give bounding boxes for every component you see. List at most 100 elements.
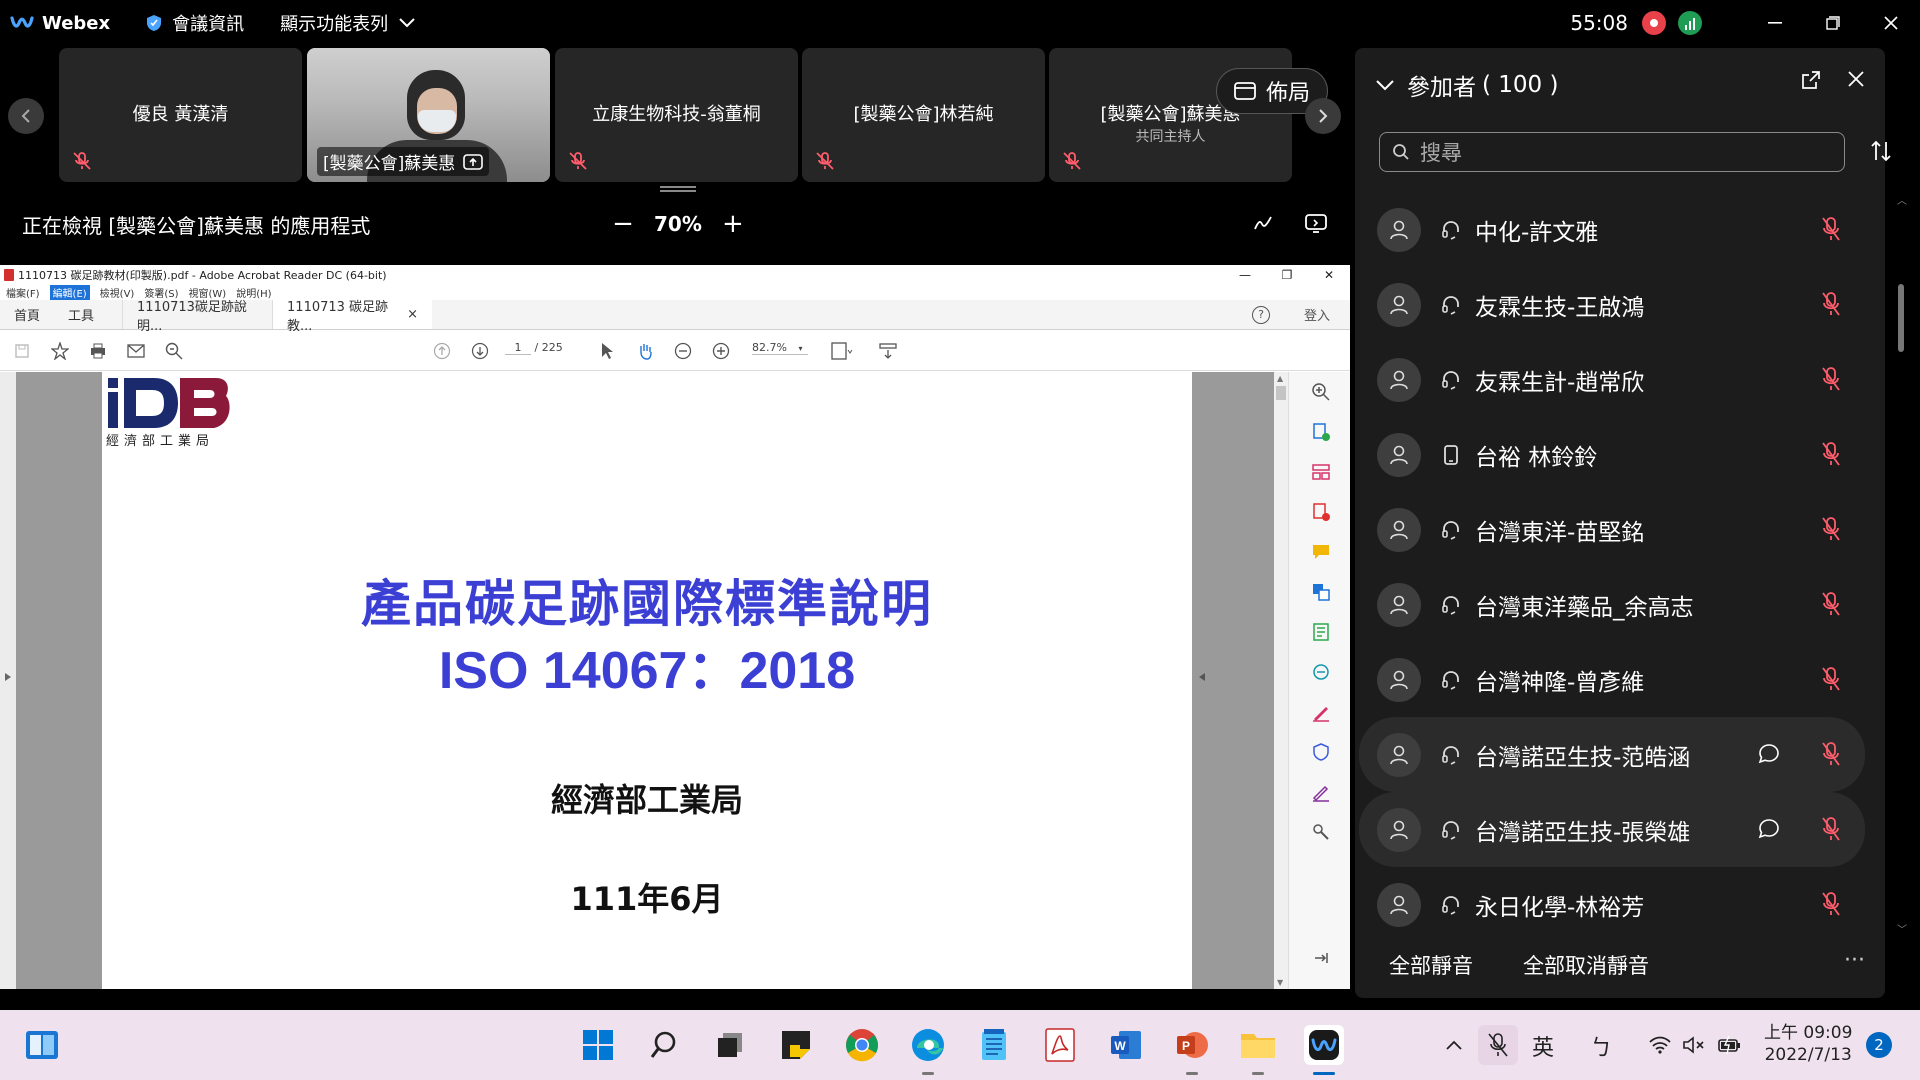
muted-mic-icon[interactable] [1819,440,1843,468]
export-pdf-icon[interactable] [1311,502,1331,522]
collapse-pane-icon[interactable] [1311,948,1331,968]
meeting-info-button[interactable]: 會議資訊 [146,10,244,36]
read-mode-icon[interactable] [876,339,900,363]
create-pdf-icon[interactable] [1311,422,1331,442]
strip-prev-button[interactable] [8,98,44,134]
participants-search-input[interactable]: 搜尋 [1379,132,1845,172]
left-pane-toggle[interactable] [0,372,16,989]
page-current[interactable]: 1 [505,341,531,355]
fill-sign-icon[interactable] [1311,702,1331,722]
scroll-down-icon[interactable]: ﹀ [1897,921,1907,936]
task-view-icon[interactable] [710,1025,750,1065]
muted-mic-icon[interactable] [1819,740,1843,768]
next-page-icon[interactable] [468,339,492,363]
print-icon[interactable] [86,339,110,363]
unmute-all-button[interactable]: 全部取消靜音 [1523,950,1649,980]
participants-header[interactable]: 參加者 ( 100 ) [1375,68,1558,102]
organize-pages-icon[interactable] [1311,462,1331,482]
participant-row[interactable]: 台裕 林鈴鈴 [1359,417,1865,492]
zoom-out-button[interactable]: − [608,209,638,239]
pop-out-icon[interactable] [1801,70,1821,90]
sort-icon[interactable] [1869,140,1893,162]
protect-icon[interactable] [1311,742,1331,762]
strip-resize-handle[interactable] [660,186,696,192]
save-icon[interactable] [10,339,34,363]
sign-in-button[interactable]: 登入 [1304,305,1330,324]
scan-ocr-icon[interactable] [1311,662,1331,682]
muted-mic-icon[interactable] [1819,665,1843,693]
word-icon[interactable]: W [1106,1025,1146,1065]
sticky-notes-icon[interactable] [776,1025,816,1065]
participant-row[interactable]: 中化-許文雅 [1359,192,1865,267]
participant-row[interactable]: 台灣諾亞生技-張榮雄 [1359,792,1865,867]
acrobat-restore-button[interactable]: ❐ [1266,265,1308,285]
scroll-up-icon[interactable]: ︿ [1897,192,1907,207]
ime-bopomofo-indicator[interactable]: ㄅ [1590,1030,1612,1062]
combine-files-icon[interactable] [1311,582,1331,602]
restore-button[interactable] [1804,0,1862,46]
battery-charging-icon[interactable] [1710,1025,1750,1065]
comment-icon[interactable] [1311,542,1331,562]
more-options-button[interactable]: ··· [1844,948,1865,973]
zoom-out-icon[interactable] [671,339,695,363]
acrobat-icon[interactable] [1040,1025,1080,1065]
recording-icon[interactable] [1642,11,1666,35]
participants-scrollbar[interactable]: ︿ ﹀ [1897,192,1907,936]
muted-mic-icon[interactable] [1819,365,1843,393]
muted-mic-icon[interactable] [1819,515,1843,543]
powerpoint-icon[interactable]: P [1172,1025,1212,1065]
tab-document[interactable]: 1110713碳足跡說明... [122,300,272,334]
edge-icon[interactable] [908,1025,948,1065]
participant-row[interactable]: 永日化學-林裕芳 [1359,867,1865,942]
hand-tool-icon[interactable] [633,339,657,363]
menu-edit[interactable]: 編輯(E) [49,285,90,300]
muted-mic-icon[interactable] [1819,815,1843,843]
speaker-muted-icon[interactable] [1674,1025,1714,1065]
bookmark-star-icon[interactable] [48,339,72,363]
chrome-icon[interactable] [842,1025,882,1065]
show-menu-bar-button[interactable]: 顯示功能表列 [280,10,416,36]
tab-document-active[interactable]: 1110713 碳足跡教... × [272,300,433,334]
more-tools-icon[interactable] [1311,822,1331,842]
acrobat-minimize-button[interactable]: — [1224,265,1266,285]
document-scrollbar[interactable]: ▲ ▼ [1274,372,1288,989]
participant-row[interactable]: 台灣諾亞生技-范皓涵 [1359,717,1865,792]
search-icon[interactable] [644,1025,684,1065]
acrobat-close-button[interactable]: ✕ [1308,265,1350,285]
chat-icon[interactable] [1757,817,1781,841]
muted-mic-icon[interactable] [1819,590,1843,618]
zoom-in-button[interactable]: + [718,209,748,239]
menu-file[interactable]: 檔案(F) [6,285,40,300]
muted-mic-icon[interactable] [1819,290,1843,318]
tab-home[interactable]: 首頁 [0,300,54,329]
zoom-in-icon[interactable] [709,339,733,363]
fit-page-icon[interactable] [830,339,854,363]
notepad-icon[interactable] [974,1025,1014,1065]
mute-all-button[interactable]: 全部靜音 [1389,950,1473,980]
muted-mic-icon[interactable] [1819,215,1843,243]
page-number-field[interactable]: 1 / 225 [505,341,563,355]
find-zoom-icon[interactable] [162,339,186,363]
collapse-right-icon[interactable] [1198,672,1206,682]
menu-view[interactable]: 檢視(V) [100,285,135,300]
enhance-scan-icon[interactable] [1311,382,1331,402]
chat-icon[interactable] [1757,742,1781,766]
file-explorer-icon[interactable] [1238,1025,1278,1065]
previous-page-icon[interactable] [430,339,454,363]
start-icon[interactable] [578,1025,618,1065]
edit-pdf-icon[interactable] [1311,622,1331,642]
ime-mode-indicator[interactable]: 英 [1532,1030,1554,1062]
email-icon[interactable] [124,339,148,363]
participant-row[interactable]: 友霖生技-王啟鴻 [1359,267,1865,342]
select-cursor-icon[interactable] [595,339,619,363]
notification-badge[interactable]: 2 [1866,1032,1892,1058]
video-tile[interactable]: 立康生物科技-翁董桐 [555,48,798,182]
close-icon[interactable] [1847,70,1865,88]
close-window-button[interactable] [1862,0,1920,46]
participant-row[interactable]: 友霖生計-趙常欣 [1359,342,1865,417]
mic-muted-tray-icon[interactable] [1478,1025,1518,1065]
annotate-icon[interactable] [1252,212,1274,234]
strip-next-button[interactable] [1305,98,1341,134]
help-icon[interactable]: ? [1251,305,1270,324]
network-stats-icon[interactable] [1678,11,1702,35]
